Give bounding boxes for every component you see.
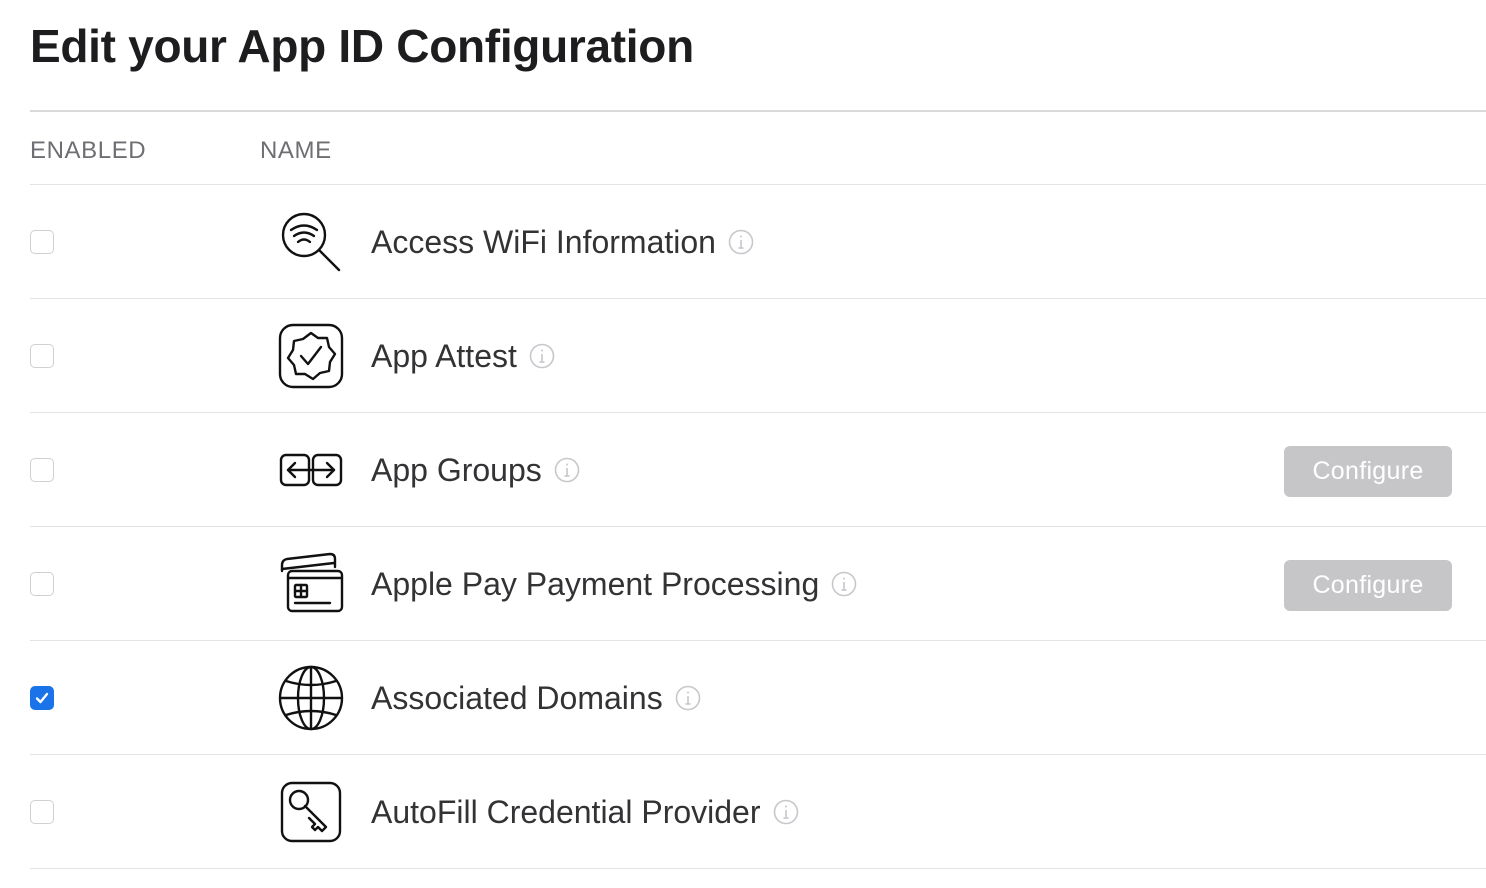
column-header-name: NAME [260, 137, 332, 164]
table-row: Apple Pay Payment Processing Configure [30, 527, 1486, 641]
info-icon[interactable] [773, 799, 799, 825]
info-icon[interactable] [831, 571, 857, 597]
capability-name: Associated Domains [371, 680, 663, 716]
app-id-configuration-page: Edit your App ID Configuration ENABLED N… [30, 0, 1486, 888]
capabilities-table: Access WiFi Information App Attest App G… [30, 185, 1486, 869]
info-icon[interactable] [675, 685, 701, 711]
capability-name: App Attest [371, 338, 517, 374]
payment-cards-icon [278, 551, 344, 617]
enabled-checkbox[interactable] [30, 230, 54, 254]
key-icon [278, 779, 344, 845]
enabled-checkbox[interactable] [30, 800, 54, 824]
app-groups-icon [278, 437, 344, 503]
enabled-checkbox[interactable] [30, 344, 54, 368]
table-row: Access WiFi Information [30, 185, 1486, 299]
table-header: ENABLED NAME [30, 112, 1486, 185]
table-row: Associated Domains [30, 641, 1486, 755]
column-header-enabled: ENABLED [30, 137, 147, 164]
enabled-checkbox[interactable] [30, 458, 54, 482]
table-row: App Groups Configure [30, 413, 1486, 527]
info-icon[interactable] [728, 229, 754, 255]
badge-check-icon [278, 323, 344, 389]
info-icon[interactable] [554, 457, 580, 483]
checkmark-icon [35, 692, 49, 704]
capability-name: Access WiFi Information [371, 224, 716, 260]
capability-name: App Groups [371, 452, 542, 488]
configure-button[interactable]: Configure [1284, 446, 1452, 497]
wifi-search-icon [278, 209, 344, 275]
enabled-checkbox[interactable] [30, 572, 54, 596]
enabled-checkbox[interactable] [30, 686, 54, 710]
info-icon[interactable] [529, 343, 555, 369]
configure-button[interactable]: Configure [1284, 560, 1452, 611]
globe-icon [278, 665, 344, 731]
table-row: App Attest [30, 299, 1486, 413]
table-row: AutoFill Credential Provider [30, 755, 1486, 869]
capability-name: AutoFill Credential Provider [371, 794, 761, 830]
capability-name: Apple Pay Payment Processing [371, 566, 820, 602]
page-title: Edit your App ID Configuration [30, 20, 694, 72]
